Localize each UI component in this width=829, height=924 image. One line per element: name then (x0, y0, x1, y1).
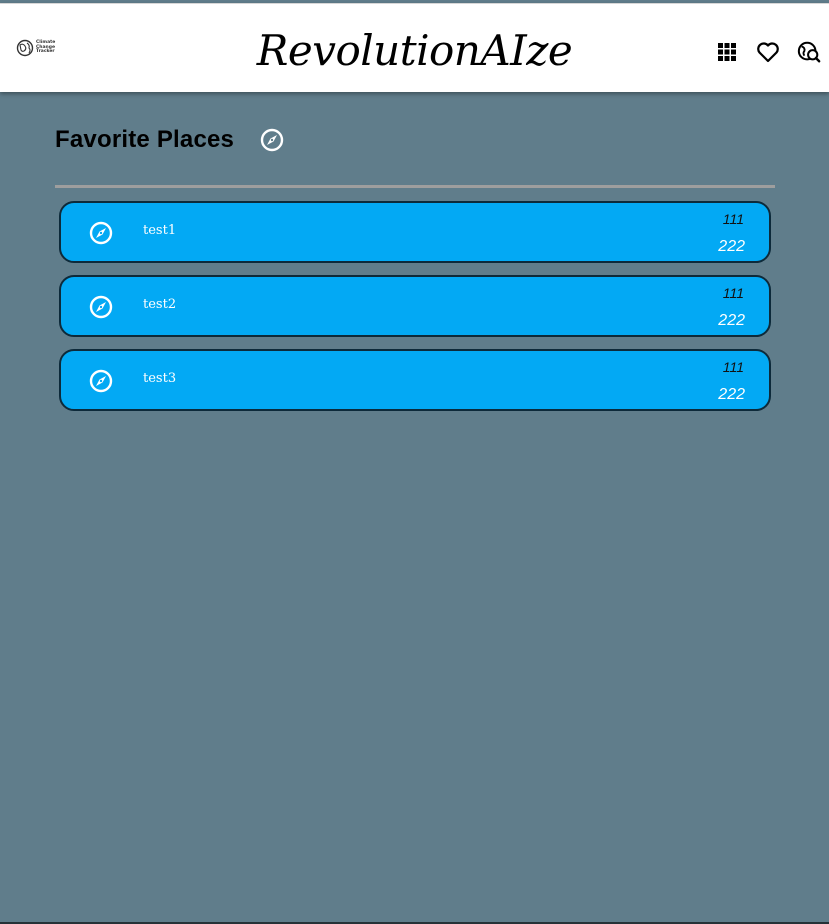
place-name: test3 (143, 371, 177, 386)
place-item[interactable]: test2 111 222 (59, 275, 771, 337)
section-header: Favorite Places (55, 126, 285, 154)
favorite-places-list: test1 111 222 test2 111 222 test3 111 22… (59, 201, 771, 423)
header-actions (715, 40, 821, 64)
app-title: RevolutionAIze (256, 26, 573, 75)
place-name: test2 (143, 297, 177, 312)
place-value-bottom: 222 (718, 312, 745, 329)
place-value-top: 111 (722, 211, 744, 227)
apps-grid-icon[interactable] (715, 40, 739, 64)
place-value-bottom: 222 (718, 238, 745, 255)
place-value-bottom: 222 (718, 386, 745, 403)
compass-icon (259, 127, 285, 153)
section-divider (55, 185, 775, 188)
place-item[interactable]: test3 111 222 (59, 349, 771, 411)
compass-icon (88, 368, 114, 394)
compass-icon (88, 294, 114, 320)
place-item[interactable]: test1 111 222 (59, 201, 771, 263)
top-app-bar: Climate Change Tracker RevolutionAIze (0, 3, 829, 92)
compass-icon (88, 220, 114, 246)
place-value-top: 111 (722, 285, 744, 301)
place-value-top: 111 (722, 359, 744, 375)
section-title: Favorite Places (55, 126, 235, 153)
travel-explore-icon[interactable] (797, 40, 821, 64)
heart-icon[interactable] (756, 40, 780, 64)
place-name: test1 (143, 223, 177, 238)
